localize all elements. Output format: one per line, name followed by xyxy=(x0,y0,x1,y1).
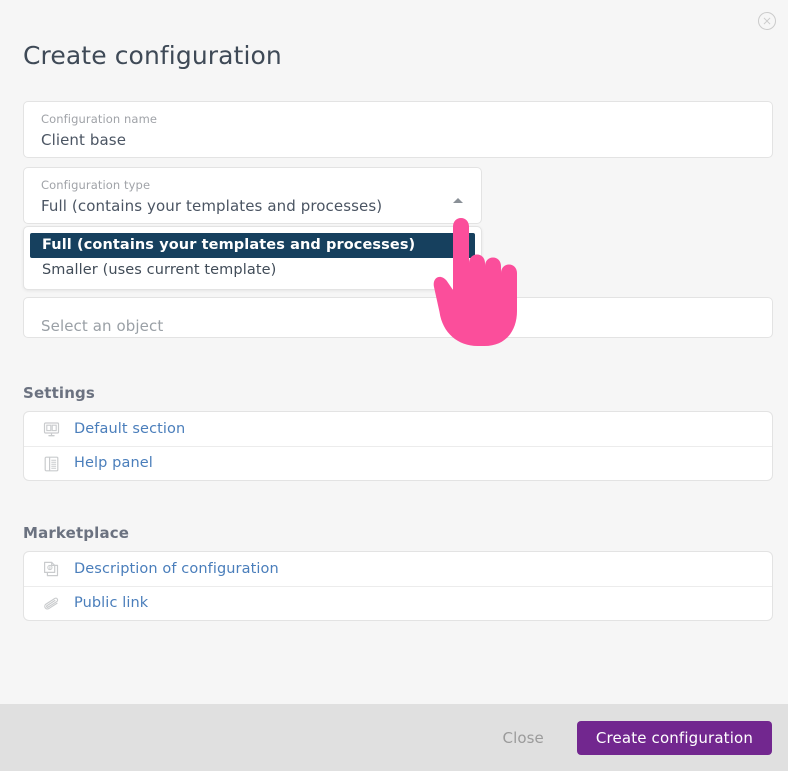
select-object-placeholder: Select an object xyxy=(41,317,164,335)
create-configuration-dialog: Create configuration Configuration name … xyxy=(0,0,788,771)
marketplace-section-title: Marketplace xyxy=(23,524,130,542)
list-item-label: Help panel xyxy=(74,455,153,471)
settings-section-title: Settings xyxy=(23,384,96,402)
list-item-label: Default section xyxy=(74,420,186,437)
list-item-default-section[interactable]: Default section xyxy=(24,412,772,446)
close-icon[interactable] xyxy=(757,11,777,31)
dialog-footer: Close Create configuration xyxy=(0,704,788,771)
list-item-help-panel[interactable]: Help panel xyxy=(24,446,772,480)
configuration-type-label: Configuration type xyxy=(41,178,151,192)
configuration-name-label: Configuration name xyxy=(41,112,158,126)
configuration-type-value: Full (contains your templates and proces… xyxy=(41,197,383,215)
display-panels-icon xyxy=(38,420,64,438)
list-item-public-link[interactable]: Public link xyxy=(24,586,772,620)
configuration-name-field[interactable]: Configuration name Client base xyxy=(23,101,773,158)
configuration-name-value: Client base xyxy=(41,131,127,149)
chevron-up-icon[interactable] xyxy=(453,198,463,203)
paperclip-icon xyxy=(38,595,64,613)
configuration-type-select[interactable]: Configuration type Full (contains your t… xyxy=(23,167,482,224)
marketplace-list: Description of configuration Public link xyxy=(23,551,773,621)
select-object-field[interactable]: Select an object xyxy=(23,297,773,338)
side-panel-icon xyxy=(38,455,64,473)
document-info-icon xyxy=(38,560,64,578)
create-configuration-button[interactable]: Create configuration xyxy=(576,720,772,755)
list-item-label: Public link xyxy=(74,595,149,611)
dropdown-option-smaller[interactable]: Smaller (uses current template) xyxy=(30,258,475,283)
settings-list: Default section Help panel xyxy=(23,411,773,481)
page-title: Create configuration xyxy=(23,41,282,70)
close-button[interactable]: Close xyxy=(499,723,548,753)
list-item-description-of-configuration[interactable]: Description of configuration xyxy=(24,552,772,586)
dropdown-option-full[interactable]: Full (contains your templates and proces… xyxy=(30,233,475,258)
configuration-type-dropdown: Full (contains your templates and proces… xyxy=(23,226,482,290)
list-item-label: Description of configuration xyxy=(74,560,279,577)
